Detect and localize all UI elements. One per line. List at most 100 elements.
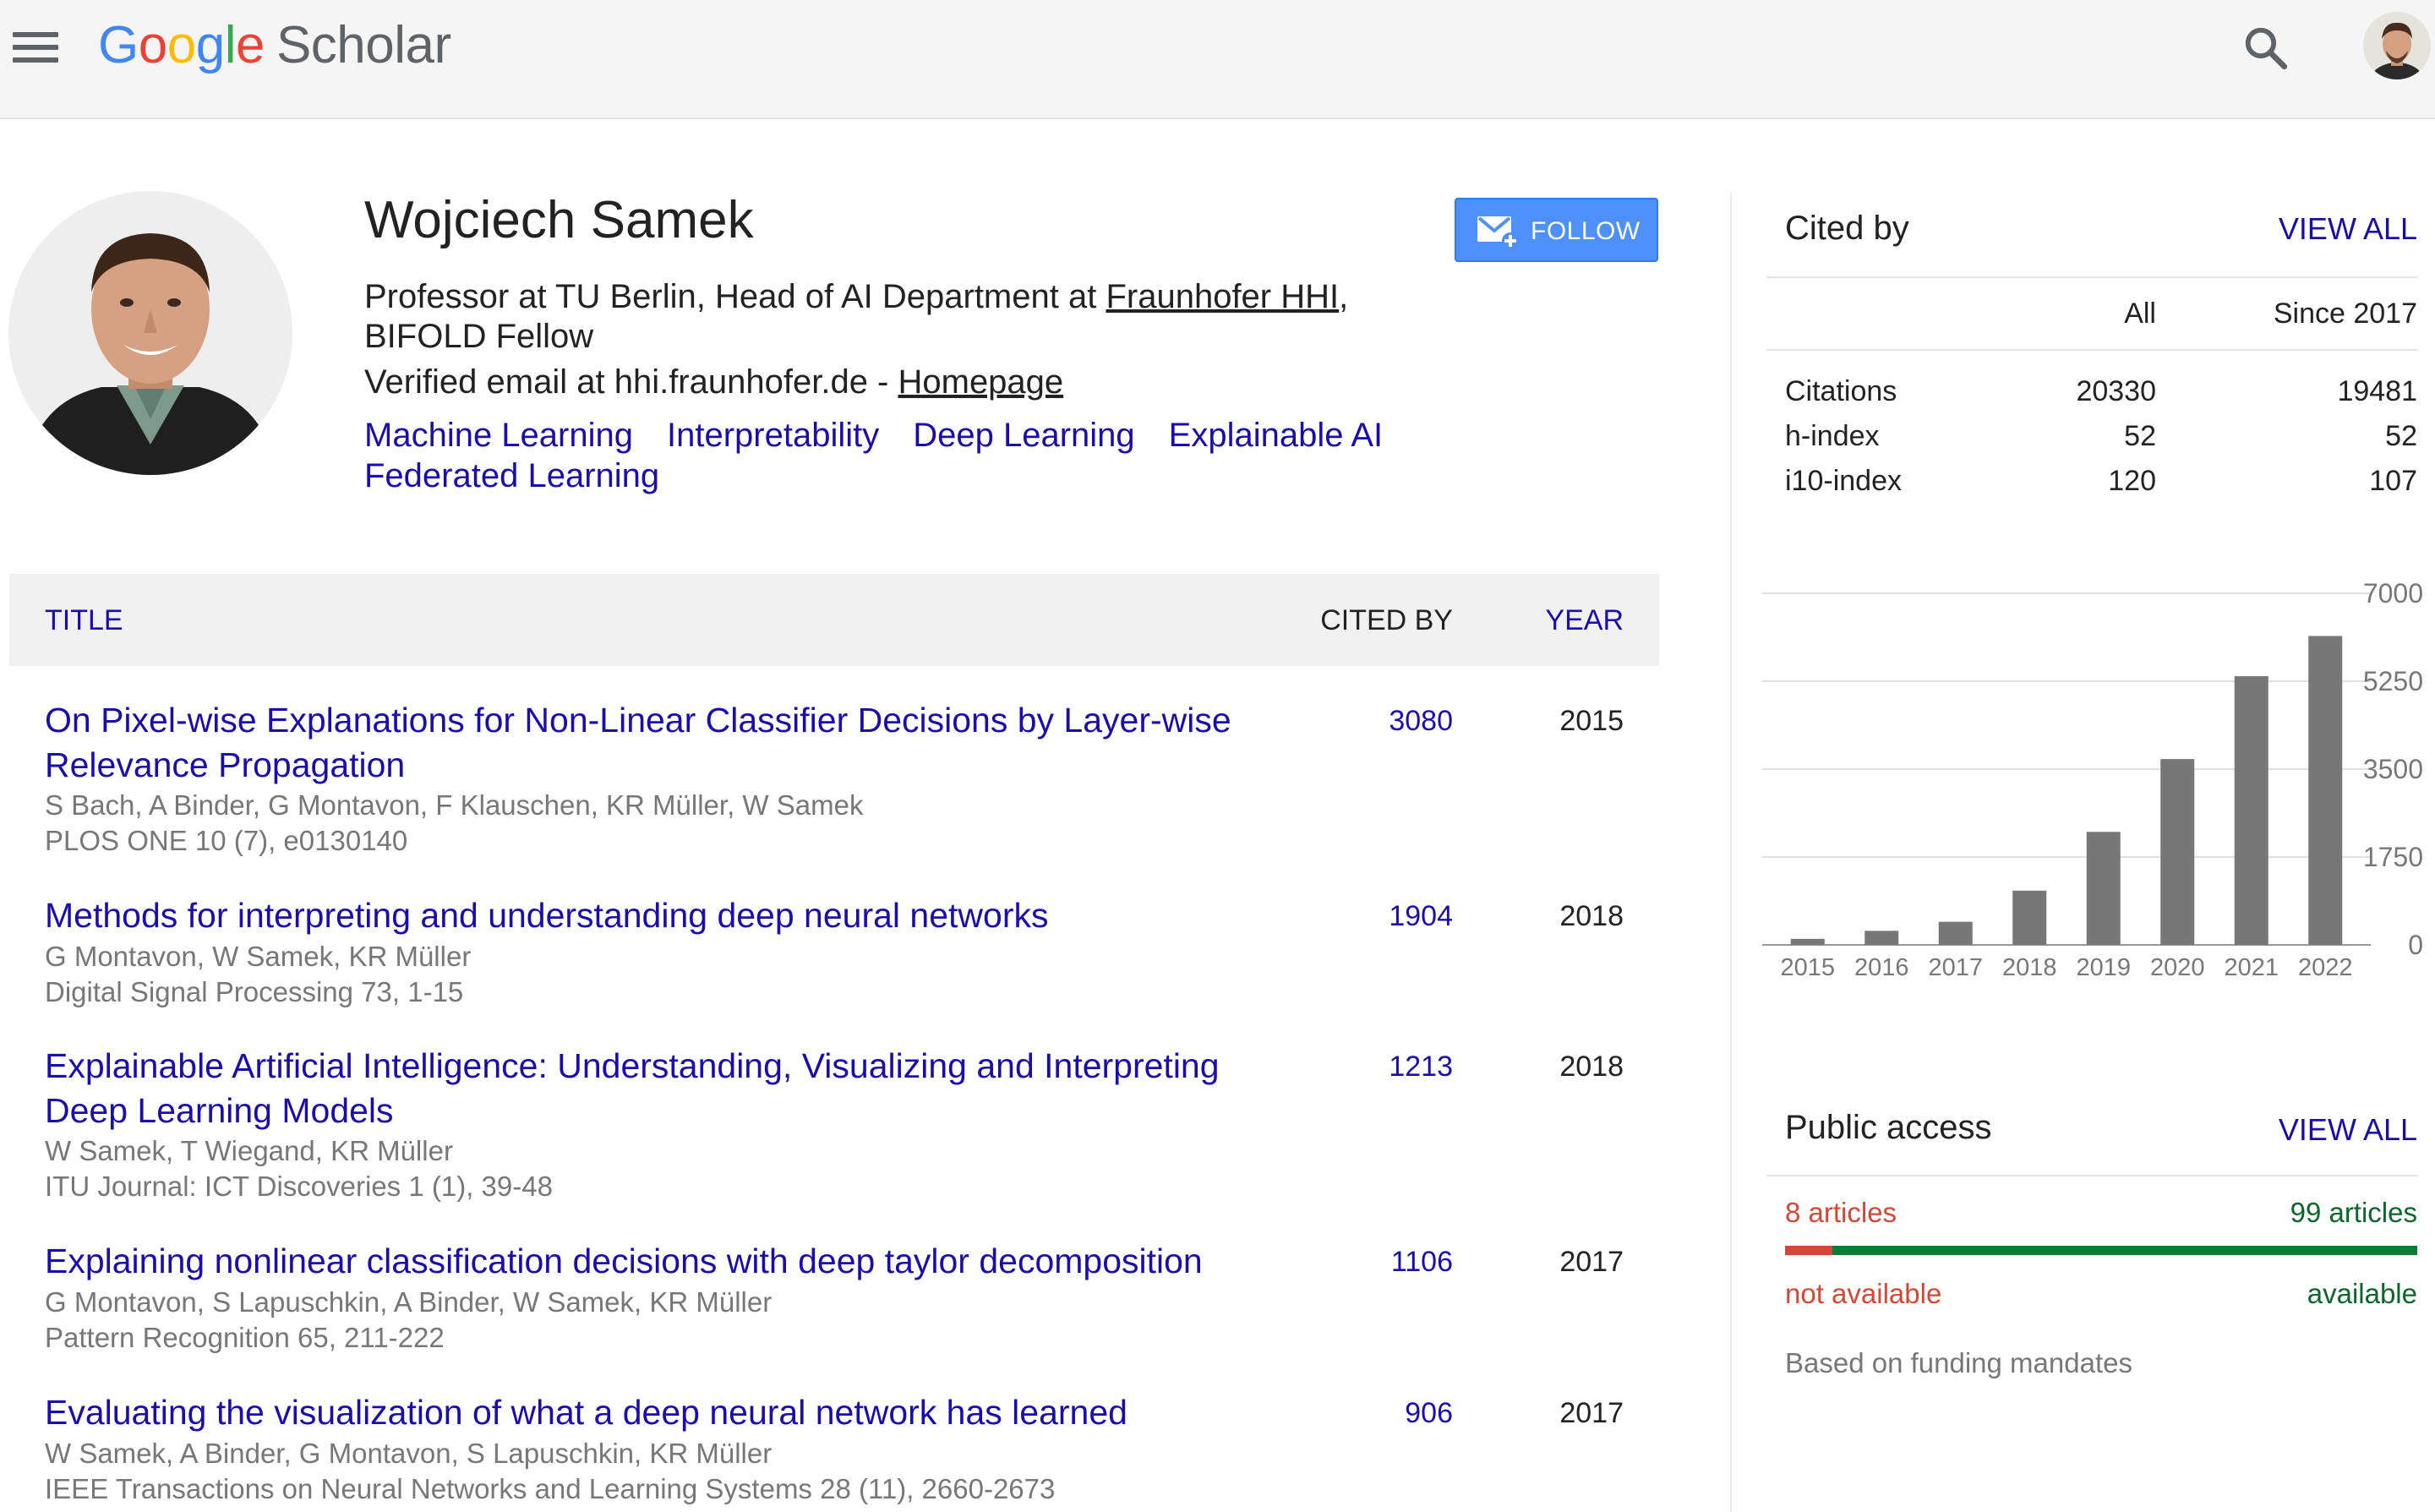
divider bbox=[1766, 276, 2418, 278]
y-tick-label: 0 bbox=[2408, 930, 2423, 960]
google-scholar-logo[interactable]: Google Scholar bbox=[98, 15, 451, 75]
logo-letter: g bbox=[195, 16, 225, 74]
stat-all: 52 bbox=[2124, 420, 2156, 452]
article-title-link[interactable]: Explainable Artificial Intelligence: Und… bbox=[45, 1044, 1296, 1133]
citation-bar-2022[interactable] bbox=[2308, 636, 2343, 945]
interest-link[interactable]: Machine Learning bbox=[364, 415, 633, 456]
article-authors: G Montavon, W Samek, KR Müller bbox=[45, 941, 472, 972]
citation-bar-2015[interactable] bbox=[1790, 938, 1825, 945]
y-tick-label: 5250 bbox=[2363, 666, 2423, 696]
sort-by-year[interactable]: YEAR bbox=[1545, 604, 1624, 637]
menu-icon[interactable] bbox=[13, 32, 58, 63]
x-tick-label: 2020 bbox=[2150, 954, 2205, 981]
profile-photo bbox=[8, 191, 292, 475]
cited-count-link[interactable]: 1213 bbox=[1389, 1051, 1453, 1084]
cited-by-view-all[interactable]: VIEW ALL bbox=[2279, 211, 2417, 247]
x-tick-label: 2015 bbox=[1780, 954, 1835, 981]
y-tick-label: 1750 bbox=[2363, 842, 2423, 872]
article-venue: ITU Journal: ICT Discoveries 1 (1), 39-4… bbox=[45, 1171, 553, 1202]
email-text: Verified email at hhi.fraunhofer.de - bbox=[364, 363, 898, 401]
logo-letter: l bbox=[224, 16, 237, 74]
citation-bar-2021[interactable] bbox=[2234, 676, 2268, 945]
article-title-link[interactable]: Explaining nonlinear classification deci… bbox=[45, 1239, 1296, 1284]
cited-count-link[interactable]: 906 bbox=[1405, 1397, 1453, 1430]
y-tick-label: 7000 bbox=[2363, 578, 2423, 609]
article-title-link[interactable]: Evaluating the visualization of what a d… bbox=[45, 1390, 1296, 1435]
profile-name: Wojciech Samek bbox=[364, 191, 754, 249]
x-tick-label: 2017 bbox=[1928, 954, 1983, 981]
article-venue: Pattern Recognition 65, 211-222 bbox=[45, 1322, 445, 1353]
logo-letter: o bbox=[167, 16, 196, 74]
interest-link[interactable]: Explainable AI bbox=[1169, 415, 1384, 456]
cited-by-title: Cited by bbox=[1785, 210, 1909, 247]
article-title-link[interactable]: Methods for interpreting and understandi… bbox=[45, 893, 1296, 938]
stat-all: 20330 bbox=[2076, 375, 2156, 407]
profile-affiliation: Professor at TU Berlin, Head of AI Depar… bbox=[364, 277, 1429, 357]
x-tick-label: 2022 bbox=[2298, 954, 2353, 981]
public-access-view-all[interactable]: VIEW ALL bbox=[2279, 1112, 2417, 1148]
interest-link[interactable]: Interpretability bbox=[667, 415, 879, 456]
verified-email: Verified email at hhi.fraunhofer.de - Ho… bbox=[364, 363, 1063, 401]
article-venue: Digital Signal Processing 73, 1-15 bbox=[45, 976, 464, 1007]
article-title-link[interactable]: On Pixel-wise Explanations for Non-Linea… bbox=[45, 698, 1296, 788]
x-tick-label: 2016 bbox=[1854, 954, 1909, 981]
article-year: 2017 bbox=[1559, 1246, 1624, 1278]
logo-letter: G bbox=[98, 16, 139, 74]
article-authors: W Samek, T Wiegand, KR Müller bbox=[45, 1135, 453, 1166]
citation-bar-2016[interactable] bbox=[1864, 931, 1899, 945]
top-bar: Google Scholar bbox=[0, 0, 2435, 119]
cited-by-header: CITED BY bbox=[1320, 604, 1453, 636]
public-access-title: Public access bbox=[1785, 1109, 1992, 1146]
unavailable-segment bbox=[1785, 1246, 1833, 1255]
article-year: 2018 bbox=[1559, 1051, 1624, 1083]
stat-since: 52 bbox=[2385, 420, 2417, 452]
article-year: 2017 bbox=[1559, 1397, 1624, 1429]
cited-count-link[interactable]: 1106 bbox=[1391, 1246, 1453, 1279]
stat-label[interactable]: i10-index bbox=[1785, 465, 1902, 498]
public-access-progress-bar bbox=[1785, 1246, 2417, 1255]
citation-bar-2020[interactable] bbox=[2160, 759, 2195, 945]
article-year: 2015 bbox=[1559, 705, 1624, 737]
logo-letter: o bbox=[138, 16, 167, 74]
article-authors: G Montavon, S Lapuschkin, A Binder, W Sa… bbox=[45, 1286, 773, 1318]
affiliation-link[interactable]: Fraunhofer HHI bbox=[1106, 278, 1339, 315]
citation-bar-2018[interactable] bbox=[2012, 890, 2047, 945]
divider bbox=[1766, 349, 2418, 351]
citation-bar-2019[interactable] bbox=[2086, 832, 2121, 945]
col-header-all: All bbox=[2124, 297, 2156, 330]
search-icon[interactable] bbox=[2241, 24, 2290, 73]
research-interests: Machine Learning Interpretability Deep Lea… bbox=[364, 415, 1446, 496]
stat-since: 107 bbox=[2369, 465, 2417, 497]
homepage-link[interactable]: Homepage bbox=[898, 363, 1063, 401]
not-available-label: not available bbox=[1785, 1278, 1942, 1309]
article-authors: W Samek, A Binder, G Montavon, S Lapusch… bbox=[45, 1438, 773, 1469]
cited-count-link[interactable]: 1904 bbox=[1389, 900, 1453, 933]
follow-button[interactable]: FOLLOW bbox=[1455, 198, 1658, 262]
interest-link[interactable]: Federated Learning bbox=[364, 456, 659, 496]
follow-label: FOLLOW bbox=[1531, 217, 1641, 245]
x-tick-label: 2019 bbox=[2076, 954, 2131, 981]
column-divider bbox=[1730, 193, 1732, 1512]
articles-table-header: TITLE CITED BY YEAR bbox=[9, 574, 1659, 666]
article-authors: S Bach, A Binder, G Montavon, F Klausche… bbox=[45, 789, 864, 821]
article-venue: IEEE Transactions on Neural Networks and… bbox=[45, 1473, 1056, 1504]
affiliation-text: Professor at TU Berlin, Head of AI Depar… bbox=[364, 278, 1106, 315]
unavailable-articles-link[interactable]: 8 articles bbox=[1785, 1197, 1897, 1229]
stat-label[interactable]: h-index bbox=[1785, 420, 1880, 453]
logo-letter: e bbox=[235, 16, 265, 74]
account-avatar[interactable] bbox=[2363, 12, 2431, 79]
x-tick-label: 2021 bbox=[2224, 954, 2279, 981]
google-wordmark: Google bbox=[98, 16, 265, 74]
col-header-since: Since 2017 bbox=[2273, 297, 2417, 330]
funding-mandates-note: Based on funding mandates bbox=[1785, 1347, 2132, 1378]
available-articles-link[interactable]: 99 articles bbox=[2290, 1197, 2417, 1229]
stat-since: 19481 bbox=[2337, 375, 2417, 407]
mail-add-icon bbox=[1477, 216, 1519, 249]
article-year: 2018 bbox=[1559, 900, 1624, 932]
interest-link[interactable]: Deep Learning bbox=[913, 415, 1134, 456]
stat-label[interactable]: Citations bbox=[1785, 375, 1897, 408]
sort-by-title[interactable]: TITLE bbox=[45, 604, 123, 637]
stat-all: 120 bbox=[2108, 465, 2156, 497]
cited-count-link[interactable]: 3080 bbox=[1389, 705, 1453, 738]
citation-bar-2017[interactable] bbox=[1938, 921, 1973, 945]
